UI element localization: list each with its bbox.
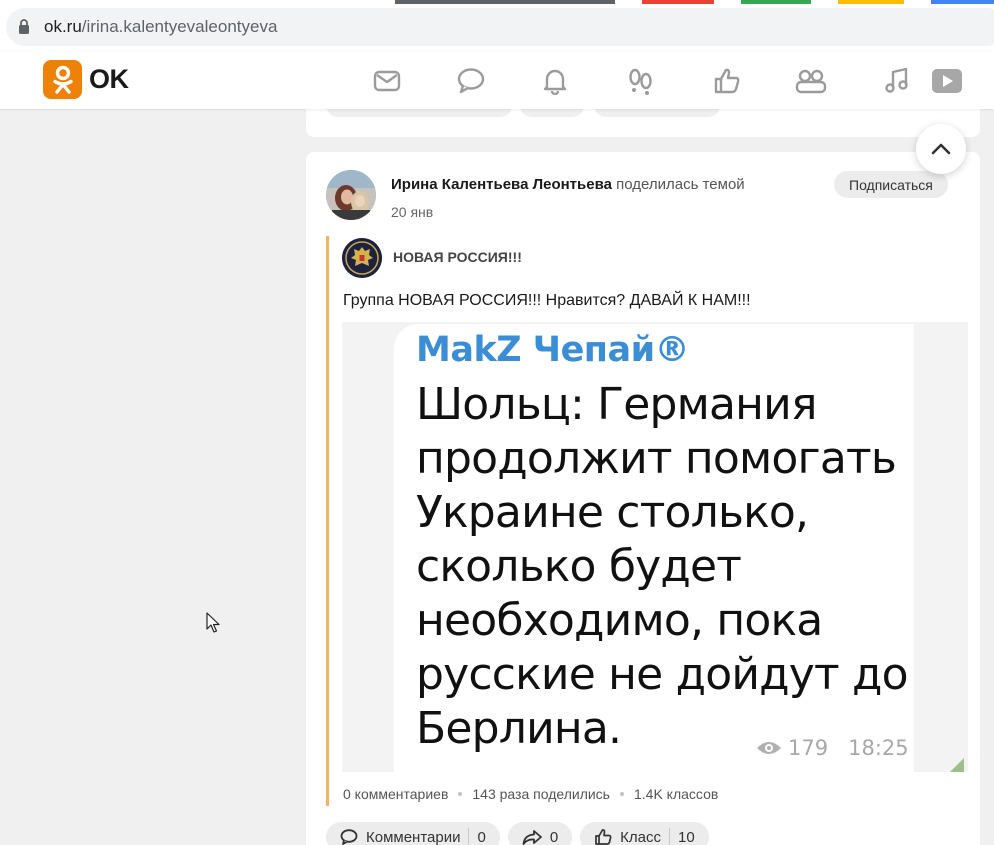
ok-logo-text: OK (89, 64, 129, 94)
friends-icon[interactable] (794, 64, 828, 98)
image-text: Шольц: Германия продолжит помогать Украи… (416, 378, 916, 756)
guests-icon[interactable] (624, 64, 658, 98)
divider (468, 828, 470, 845)
scroll-up-button[interactable] (916, 124, 966, 174)
image-line: Украине столько, (416, 487, 809, 538)
group-avatar[interactable] (342, 238, 382, 278)
image-line: продолжит помогать (416, 433, 897, 484)
image-views: 179 (788, 736, 829, 760)
author-line: Ирина Калентьева Леонтьева поделилась те… (391, 176, 745, 193)
post-actions: Комментарии 0 0 Класс 10 (326, 822, 709, 845)
author-name[interactable]: Ирина Калентьева Леонтьева (391, 176, 612, 193)
post-text: Группа НОВАЯ РОССИЯ!!! Нравится? ДАВАЙ К… (343, 292, 751, 309)
shares-count-text[interactable]: 143 раза поделились (472, 786, 610, 802)
comments-button[interactable]: Комментарии 0 (326, 822, 500, 845)
ok-logo[interactable]: OK (43, 60, 129, 99)
eye-icon (757, 742, 781, 754)
address-bar[interactable]: ok.ru/irina.kalentyevaleontyeva (6, 8, 994, 46)
image-channel-name: MakZ Чепай® (416, 330, 690, 370)
url-path: /irina.kalentyevaleontyeva (81, 17, 278, 36)
share-button-count: 0 (549, 828, 559, 845)
post-stats: 0 комментариев 143 раза поделились 1.4K … (343, 786, 718, 802)
likes-count-text[interactable]: 1.4K классов (634, 786, 718, 802)
repost-block: НОВАЯ РОССИЯ!!! Группа НОВАЯ РОССИЯ!!! Н… (326, 236, 968, 806)
post-date[interactable]: 20 янв (391, 204, 433, 220)
music-icon[interactable] (880, 64, 914, 98)
browser-toolbar: ok.ru/irina.kalentyevaleontyeva (0, 0, 994, 52)
feed-post: Ирина Калентьева Леонтьева поделилась те… (306, 152, 980, 845)
like-button[interactable]: Класс 10 (580, 822, 709, 845)
url-text[interactable]: ok.ru/irina.kalentyevaleontyeva (44, 17, 277, 37)
chevron-up-icon (931, 143, 951, 155)
separator-dot (458, 792, 463, 796)
image-meta: 179 18:25 (756, 736, 909, 760)
comment-icon (340, 829, 358, 845)
screenshot-panel: MakZ Чепай® Шольц: Германия продолжит по… (394, 324, 964, 772)
author-avatar[interactable] (326, 170, 376, 220)
image-line: русские не дойдут до (416, 649, 909, 700)
subscribe-button[interactable]: Подписаться (834, 171, 948, 198)
divider (669, 828, 671, 845)
site-header: OK (0, 52, 994, 109)
separator-dot (619, 792, 624, 796)
notifications-icon[interactable] (538, 64, 572, 98)
url-host: ok.ru (44, 17, 82, 36)
discussions-icon[interactable] (454, 64, 488, 98)
image-time: 18:25 (848, 736, 909, 760)
share-button[interactable]: 0 (507, 822, 573, 845)
shared-action: поделилась темой (616, 176, 745, 193)
comments-button-count: 0 (477, 828, 486, 845)
group-name[interactable]: НОВАЯ РОССИЯ!!! (393, 249, 522, 265)
lock-icon[interactable] (18, 19, 32, 35)
like-button-label: Класс (620, 828, 662, 845)
image-corner (950, 758, 964, 772)
like-button-count: 10 (678, 828, 695, 845)
thumbs-up-icon (594, 828, 612, 845)
image-line: Шольц: Германия (416, 379, 817, 430)
comments-count-text[interactable]: 0 комментариев (343, 786, 448, 802)
ok-logo-icon (43, 60, 82, 99)
image-line: сколько будет (416, 541, 742, 592)
video-icon[interactable] (930, 64, 964, 98)
share-icon (522, 829, 542, 845)
mouse-cursor-icon (206, 612, 222, 639)
comments-button-label: Комментарии (366, 828, 461, 845)
events-icon[interactable] (710, 64, 744, 98)
post-image[interactable]: MakZ Чепай® Шольц: Германия продолжит по… (342, 322, 968, 772)
image-line: необходимо, пока (416, 595, 823, 646)
tab-strip (395, 0, 994, 4)
messages-icon[interactable] (370, 64, 404, 98)
